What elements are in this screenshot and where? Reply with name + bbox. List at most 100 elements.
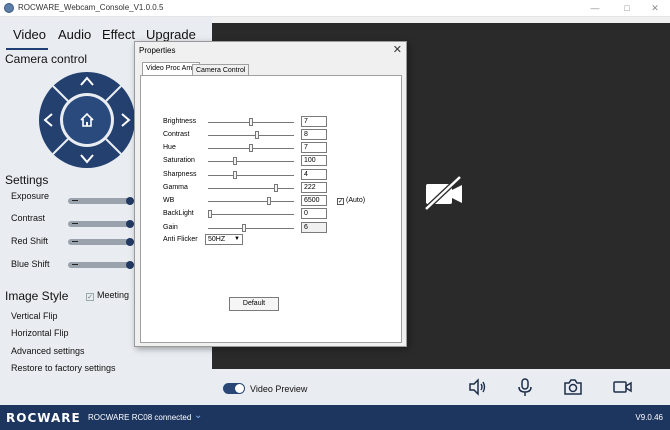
exposure-label: Exposure <box>11 191 50 201</box>
gain-slider-thumb[interactable] <box>242 224 246 232</box>
advanced-settings-item[interactable]: Advanced settings <box>11 346 85 356</box>
pan-down-icon[interactable] <box>79 153 95 165</box>
slider-mark <box>72 200 78 201</box>
sharpness-slider-thumb[interactable] <box>233 171 237 179</box>
slider-thumb[interactable] <box>126 220 134 228</box>
version-label: V9.0.46 <box>635 413 663 422</box>
settings-title: Settings <box>5 173 49 187</box>
tab-audio[interactable]: Audio <box>58 27 91 42</box>
contrast-slider[interactable] <box>208 131 294 139</box>
speaker-icon[interactable] <box>467 377 487 397</box>
slider-mark <box>72 241 78 242</box>
brightness-value-field[interactable]: 7 <box>301 116 327 127</box>
slider-thumb[interactable] <box>126 197 134 205</box>
brightness-slider-thumb[interactable] <box>249 118 253 126</box>
pan-up-icon[interactable] <box>79 75 95 87</box>
maximize-button[interactable]: □ <box>612 0 642 17</box>
slider-fill <box>68 198 134 204</box>
app-icon <box>4 3 14 13</box>
saturation-slider-thumb[interactable] <box>233 157 237 165</box>
camera-control-title: Camera control <box>5 52 88 66</box>
wb-slider[interactable] <box>208 197 294 205</box>
slider-fill <box>68 239 134 245</box>
home-icon[interactable] <box>79 112 95 128</box>
gamma-slider[interactable] <box>208 184 294 192</box>
wb-label: WB <box>163 197 175 204</box>
checkbox-box[interactable]: ✓ <box>86 293 94 301</box>
gamma-label: Gamma <box>163 184 188 191</box>
record-video-icon[interactable] <box>612 377 632 397</box>
contrast-label: Contrast <box>163 131 190 138</box>
device-dropdown-icon[interactable]: ⌄ <box>194 410 202 421</box>
rocware-logo: ROCWARE <box>6 411 81 425</box>
brightness-slider[interactable] <box>208 118 294 126</box>
saturation-slider[interactable] <box>208 157 294 165</box>
video-preview-toggle[interactable] <box>223 383 245 394</box>
wb-auto-label: (Auto) <box>346 197 366 204</box>
preview-bar: Video Preview <box>212 369 670 405</box>
hue-value-field[interactable]: 7 <box>301 142 327 153</box>
title-bar: ROCWARE_Webcam_Console_V1.0.0.5 — □ ✕ <box>0 0 670 17</box>
exposure-slider[interactable] <box>68 197 134 205</box>
dialog-panel: Brightness 7 Contrast 8 Hue 7 Saturation 100… <box>140 75 402 343</box>
slider-mark <box>72 264 78 265</box>
slider-fill <box>68 221 134 227</box>
toggle-knob <box>235 384 244 393</box>
dialog-close-button[interactable]: ✕ <box>393 43 402 56</box>
gain-slider[interactable] <box>208 224 294 232</box>
device-status: ROCWARE RC08 connected <box>88 413 192 422</box>
pan-left-icon[interactable] <box>42 112 54 128</box>
slider-fill <box>68 262 134 268</box>
slider-thumb[interactable] <box>126 261 134 269</box>
microphone-icon[interactable] <box>515 377 535 397</box>
backlight-slider-thumb[interactable] <box>208 210 212 218</box>
default-button[interactable]: Default <box>229 297 279 311</box>
contrast-slider-thumb[interactable] <box>255 131 259 139</box>
checkbox-box[interactable]: ✓ <box>337 198 344 205</box>
meeting-label: Meeting <box>97 290 130 300</box>
hue-slider[interactable] <box>208 144 294 152</box>
gamma-slider-thumb[interactable] <box>274 184 278 192</box>
hue-slider-thumb[interactable] <box>249 144 253 152</box>
horizontal-flip-item[interactable]: Horizontal Flip <box>11 328 69 338</box>
contrast-slider[interactable] <box>68 220 134 228</box>
sharpness-value-field[interactable]: 4 <box>301 169 327 180</box>
meeting-checkbox[interactable]: ✓ Meeting <box>86 290 129 301</box>
gain-value-field[interactable]: 6 <box>301 222 327 233</box>
blue-shift-label: Blue Shift <box>11 259 50 269</box>
tab-upgrade[interactable]: Upgrade <box>146 27 196 42</box>
blue-shift-slider[interactable] <box>68 261 134 269</box>
wb-auto-checkbox[interactable]: ✓ (Auto) <box>337 197 365 205</box>
gamma-value-field[interactable]: 222 <box>301 182 327 193</box>
saturation-label: Saturation <box>163 157 195 164</box>
brightness-label: Brightness <box>163 118 197 125</box>
contrast-value-field[interactable]: 8 <box>301 129 327 140</box>
backlight-label: BackLight <box>163 210 194 217</box>
slider-thumb[interactable] <box>126 238 134 246</box>
close-window-button[interactable]: ✕ <box>640 0 670 17</box>
anti-flicker-select[interactable]: 50HZ ▼ <box>205 234 243 245</box>
gain-label: Gain <box>163 224 178 231</box>
saturation-value-field[interactable]: 100 <box>301 155 327 166</box>
contrast-label: Contrast <box>11 213 46 223</box>
properties-dialog: Properties ✕ Video Proc Amp Camera Contr… <box>134 41 407 347</box>
video-preview-label: Video Preview <box>250 384 308 394</box>
backlight-slider[interactable] <box>208 210 294 218</box>
snapshot-camera-icon[interactable] <box>563 377 583 397</box>
wb-slider-thumb[interactable] <box>267 197 271 205</box>
image-style-title: Image Style <box>5 289 69 303</box>
backlight-value-field[interactable]: 0 <box>301 208 327 219</box>
tab-video[interactable]: Video <box>13 27 46 42</box>
red-shift-slider[interactable] <box>68 238 134 246</box>
sharpness-slider[interactable] <box>208 171 294 179</box>
pan-right-icon[interactable] <box>120 112 132 128</box>
tab-effect[interactable]: Effect <box>102 27 135 42</box>
factory-reset-item[interactable]: Restore to factory settings <box>11 363 116 373</box>
dialog-title: Properties <box>139 46 176 55</box>
camera-off-icon <box>424 175 462 211</box>
wb-value-field[interactable]: 6500 <box>301 195 327 206</box>
vertical-flip-item[interactable]: Vertical Flip <box>11 311 58 321</box>
minimize-button[interactable]: — <box>580 0 610 17</box>
camera-dpad <box>38 71 136 169</box>
slider-mark <box>72 223 78 224</box>
